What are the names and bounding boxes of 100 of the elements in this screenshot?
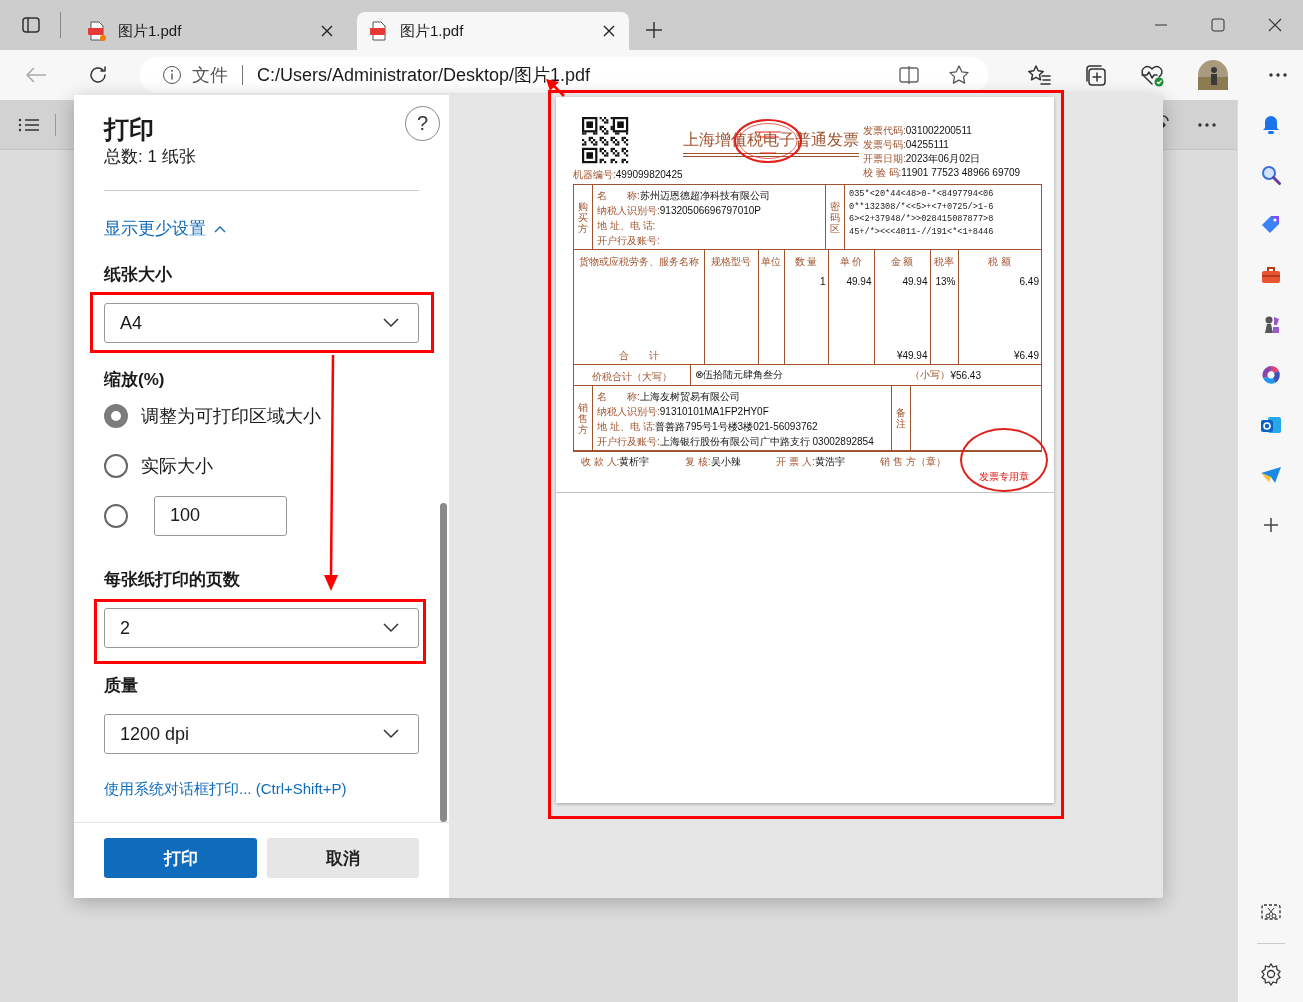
tab-title: 图片1.pdf: [118, 21, 183, 41]
total-value: ¥49.94: [896, 350, 928, 361]
cancel-button[interactable]: 取消: [267, 838, 419, 878]
field-label: （小写）: [910, 368, 951, 382]
column-header: 规格型号: [711, 256, 751, 267]
refresh-icon[interactable]: [87, 64, 109, 86]
field-label: 价税合计（大写）: [592, 371, 672, 382]
side-label: 购买方: [574, 185, 593, 249]
column-header: 金 额: [890, 256, 914, 267]
radio-button[interactable]: [104, 504, 128, 528]
side-label: 密码区: [826, 185, 845, 249]
table-cell: 13%: [935, 276, 956, 287]
table-cell: 49.94: [846, 276, 872, 287]
pdf-file-icon: [87, 21, 107, 41]
dropdown[interactable]: A4: [104, 303, 419, 343]
field-label: 每张纸打印的页数: [104, 569, 241, 591]
info-icon[interactable]: [162, 65, 182, 85]
field-label: 缩放(%): [104, 369, 166, 391]
field-label: 销 售 方（章）: [880, 456, 946, 467]
cipher-text: 6><2+37948/*>>028415087877>8: [849, 213, 995, 226]
maximize-icon[interactable]: [1211, 18, 1225, 32]
cipher-text: 035*<20*44<48>0-*<8497794<06: [849, 188, 995, 201]
chevron-down-icon[interactable]: [383, 318, 399, 328]
field-label: 校 验 码:: [863, 167, 902, 178]
tab-actions-icon[interactable]: [21, 15, 41, 35]
field-value: 031002200511: [905, 125, 972, 136]
field-value: 黄浩宇: [814, 456, 845, 467]
field-value: 499099820425: [615, 169, 683, 180]
amount-figure: ¥56.43: [950, 369, 981, 381]
split-screen-icon[interactable]: [898, 65, 920, 85]
field-label: 开户行及账号:: [597, 436, 660, 447]
star-icon[interactable]: [948, 64, 970, 86]
field-value: 黄析宇: [619, 456, 650, 467]
radio-button[interactable]: [104, 404, 128, 428]
cipher-text: 0**132308/*<<5>+<7+0725/>1-6: [849, 200, 995, 213]
avatar-icon[interactable]: [1198, 60, 1228, 90]
more-icon[interactable]: [1268, 72, 1288, 78]
field-label: 名 称:: [597, 391, 640, 402]
radio-label: 调整为可打印区域大小: [141, 405, 321, 428]
help-button[interactable]: ?: [405, 106, 440, 141]
side-label: 备注: [892, 386, 911, 450]
address-text: C:/Users/Administrator/Desktop/图片1.pdf: [257, 64, 591, 87]
radio-button[interactable]: [104, 454, 128, 478]
print-button[interactable]: 打印: [104, 838, 257, 878]
chevron-down-icon[interactable]: [383, 729, 399, 739]
chevron-up-icon[interactable]: [214, 225, 226, 233]
field-value: 11901 77523 48966 69709: [901, 167, 1021, 178]
dropdown[interactable]: 1200 dpi: [104, 714, 419, 754]
column-header: 数 量: [794, 256, 818, 267]
browser-tab[interactable]: 图片1.pdf: [357, 12, 629, 50]
field-value: 苏州迈恩德超净科技有限公司: [639, 190, 770, 201]
field-label: 纸张大小: [104, 264, 173, 286]
column-header: 税率: [934, 256, 954, 267]
pdf-file-icon: [369, 21, 389, 41]
new-tab-icon[interactable]: [645, 21, 663, 39]
column-header: 货物或应税劳务、服务名称: [578, 256, 699, 267]
settings-icon[interactable]: [1258, 962, 1283, 986]
field-label: 质量: [104, 675, 139, 697]
field-label: 地 址、电 话:: [597, 220, 656, 231]
dropdown[interactable]: 2: [104, 608, 419, 648]
field-label: 纳税人识别号:: [597, 205, 660, 216]
field-label: 名 称:: [597, 190, 640, 201]
column-header: 税 额: [988, 256, 1012, 267]
chevron-down-icon[interactable]: [383, 623, 399, 633]
list-icon[interactable]: [18, 116, 40, 133]
field-value: 04255111: [905, 139, 949, 150]
address-bar[interactable]: 文件 C:/Users/Administrator/Desktop/图片1.pdf: [140, 57, 988, 93]
close-icon[interactable]: [603, 25, 615, 37]
column-header: 单位: [761, 256, 781, 267]
close-icon[interactable]: [321, 25, 333, 37]
tab-title: 图片1.pdf: [400, 21, 465, 41]
favorites-icon[interactable]: [1027, 64, 1051, 86]
site-label: 文件: [192, 64, 228, 87]
field-label: 开户行及账号:: [597, 235, 660, 246]
field-value: 91310101MA1FP2HY0F: [659, 406, 769, 417]
field-value: 91320506696797010P: [659, 205, 761, 216]
field-label: 复 核:: [685, 456, 711, 467]
field-value: 普善路795号1号楼3楼021-56093762: [655, 421, 818, 432]
field-value: 上海友树贸易有限公司: [639, 391, 740, 402]
field-label: 发票代码:: [863, 125, 906, 136]
system-dialog-link[interactable]: 使用系统对话框打印... (Ctrl+Shift+P): [104, 778, 419, 800]
field-value: 吴小辣: [710, 456, 741, 467]
collections-icon[interactable]: [1083, 63, 1107, 87]
field-label: 机器编号:: [573, 169, 616, 180]
browser-tab[interactable]: 图片1.pdf: [75, 12, 347, 50]
settings-link[interactable]: 显示更少设置: [104, 218, 206, 240]
scrollbar[interactable]: [440, 503, 447, 822]
close-icon[interactable]: [1268, 18, 1282, 32]
scale-input[interactable]: 100: [154, 496, 287, 536]
heart-pulse-icon[interactable]: [1139, 63, 1165, 87]
more-icon[interactable]: [1197, 121, 1217, 128]
table-cell: 6.49: [1019, 276, 1039, 287]
dialog-title: 打印: [104, 114, 155, 145]
total-label: 合 计: [618, 350, 659, 361]
total-value: ¥6.49: [1013, 350, 1039, 361]
cipher-text: 45+/*><<<4011-//191<*<1+8446: [849, 225, 995, 238]
seal-text: 发票专用章: [979, 470, 1029, 484]
qr-code-icon: [582, 117, 629, 164]
side-label: 销售方: [574, 386, 593, 450]
column-header: 单 价: [839, 256, 863, 267]
